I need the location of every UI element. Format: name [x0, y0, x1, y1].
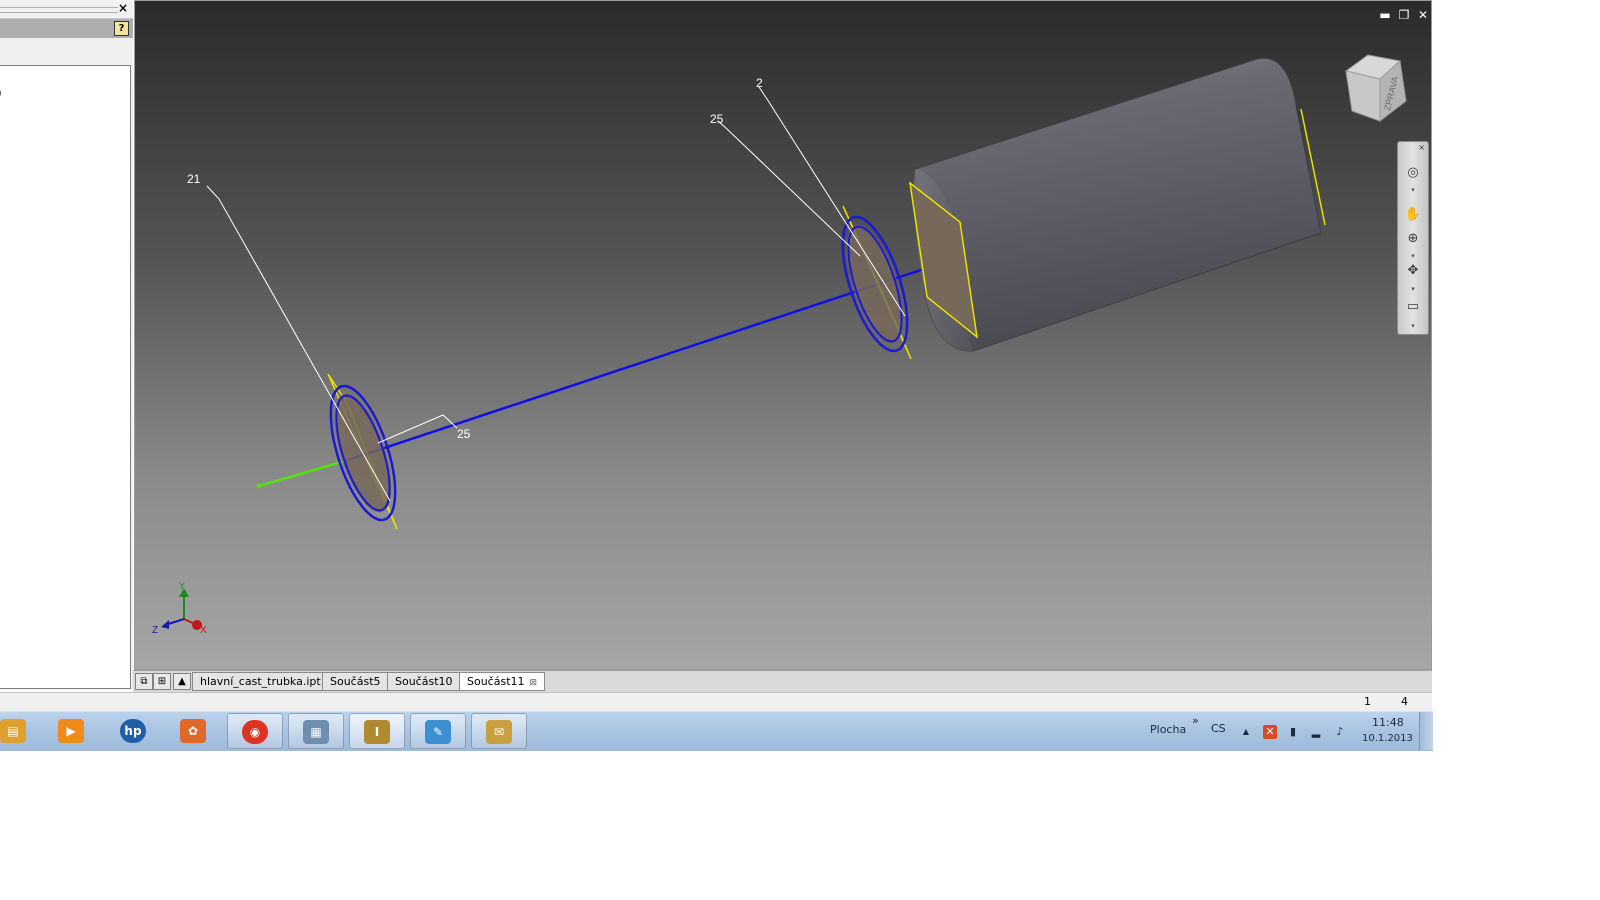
taskbar-hp-button[interactable]: hp: [106, 713, 162, 749]
green-axis-endpoint[interactable]: [256, 483, 262, 489]
chevron-down-icon[interactable]: ▾: [1401, 285, 1425, 293]
green-axis-line[interactable]: [258, 459, 346, 488]
tab-label: Součást11: [467, 675, 525, 688]
paint-icon: ✎: [425, 720, 451, 744]
orbit-icon[interactable]: ✥: [1401, 262, 1425, 280]
status-bar: 1 4: [0, 692, 1432, 711]
tab-soucast5[interactable]: Součást5: [322, 672, 389, 691]
taskbar-paint-button[interactable]: ✎: [410, 713, 466, 749]
graphics-viewport[interactable]: 21 25 2 25 ▬ ❐ ✕ ZPRAVA × ◎ ▾ ✋ ⊕ ▾ ✥ ▾ …: [134, 0, 1432, 670]
chevron-down-icon[interactable]: ▾: [1401, 186, 1425, 194]
action-center-icon[interactable]: ✕: [1263, 725, 1277, 739]
taskbar-media-player-button[interactable]: ▶: [44, 713, 100, 749]
triad-y-label: Y: [179, 581, 185, 591]
app-window-icon: ✉: [486, 720, 512, 744]
desktop-toolbar-label[interactable]: Plocha: [1150, 723, 1186, 736]
panel-close-button[interactable]: ×: [117, 1, 129, 15]
show-desktop-button[interactable]: [1419, 712, 1433, 750]
dimension-label-2[interactable]: 2: [756, 76, 763, 90]
clock-date[interactable]: 10.1.2013: [1362, 733, 1413, 744]
tab-label: Součást10: [395, 675, 453, 688]
language-indicator[interactable]: CS: [1211, 722, 1226, 735]
tab-close-icon[interactable]: ⊠: [530, 678, 538, 688]
network-signal-icon[interactable]: ▂: [1309, 725, 1323, 739]
viewport-restore-button[interactable]: ❐: [1396, 7, 1412, 23]
toolbar-chevron-icon[interactable]: »: [1192, 714, 1199, 727]
zoom-icon[interactable]: ⊕: [1401, 230, 1425, 248]
chevron-down-icon[interactable]: ▾: [1401, 252, 1425, 260]
taskbar-explorer-button[interactable]: ▤: [0, 713, 42, 749]
model-browser-tree[interactable]: ): [0, 65, 131, 689]
tab-label: Součást5: [330, 675, 381, 688]
dimension-label-25-right[interactable]: 25: [710, 112, 724, 126]
taskbar-inventor-button[interactable]: I: [349, 713, 405, 749]
help-icon[interactable]: ?: [114, 21, 129, 36]
taskbar-app-window-button[interactable]: ✉: [471, 713, 527, 749]
document-tab-bar: ⧉ ⊞ ▲ hlavní_cast_trubka.ipt Součást5 So…: [133, 670, 1432, 692]
viewport-close-button[interactable]: ✕: [1415, 7, 1431, 23]
pan-icon[interactable]: ✋: [1401, 206, 1425, 224]
cascade-windows-icon[interactable]: ⧉: [135, 673, 153, 690]
inventor-pro-icon: I: [364, 720, 390, 744]
model-browser-panel: × ? ): [0, 0, 133, 690]
taskbar-photo-app-button[interactable]: ✿: [166, 713, 222, 749]
panel-header: ?: [0, 19, 133, 38]
navigation-bar: × ◎ ▾ ✋ ⊕ ▾ ✥ ▾ ▭ ▾: [1397, 141, 1429, 335]
tab-label: hlavní_cast_trubka.ipt: [200, 675, 321, 688]
tab-soucast11[interactable]: Součást11 ⊠: [459, 672, 546, 691]
clock-time[interactable]: 11:48: [1372, 716, 1404, 729]
view-cube[interactable]: ZPRAVA: [1340, 49, 1412, 129]
triad-z-label: Z: [152, 625, 158, 636]
coordinate-triad: Y Z X: [152, 581, 207, 636]
steering-wheel-icon[interactable]: ◎: [1401, 164, 1425, 182]
model-scene[interactable]: 21 25 2 25: [135, 1, 1432, 670]
calculator-icon: ▦: [303, 720, 329, 744]
tab-hlavni-cast-trubka[interactable]: hlavní_cast_trubka.ipt: [192, 672, 329, 691]
taskbar-calculator-button[interactable]: ▦: [288, 713, 344, 749]
volume-icon[interactable]: ♪: [1333, 725, 1347, 739]
panel-grip[interactable]: [0, 7, 118, 13]
viewport-minimize-button[interactable]: ▬: [1377, 7, 1393, 23]
dimension-label-21[interactable]: 21: [187, 172, 201, 186]
chevron-down-icon[interactable]: ▾: [1401, 322, 1425, 330]
explorer-icon: ▤: [0, 719, 26, 743]
power-icon[interactable]: ▮: [1286, 725, 1300, 739]
dimension-label-25-left[interactable]: 25: [457, 427, 471, 441]
tile-windows-icon[interactable]: ⊞: [153, 673, 171, 690]
tab-soucast10[interactable]: Součást10: [387, 672, 461, 691]
status-value-1: 1: [1364, 695, 1371, 708]
photo-app-icon: ✿: [180, 719, 206, 743]
tab-menu-icon[interactable]: ▲: [173, 673, 191, 690]
status-value-2: 4: [1401, 695, 1408, 708]
tree-item-partial[interactable]: ): [0, 86, 2, 100]
navbar-close-icon[interactable]: ×: [1418, 143, 1425, 152]
taskbar: ▤ ▶ hp ✿ ◉ ▦ I ✎ ✉ Plocha » CS ▲ ✕ ▮ ▂ ♪…: [0, 711, 1433, 751]
leader-line-2: [758, 86, 906, 317]
extruded-solid-body[interactable]: [914, 57, 1322, 352]
leader-line-25-right: [717, 120, 861, 257]
chrome-icon: ◉: [242, 720, 268, 744]
hp-icon: hp: [120, 719, 146, 743]
tray-expand-icon[interactable]: ▲: [1239, 725, 1253, 739]
look-at-icon[interactable]: ▭: [1401, 298, 1425, 316]
triad-x-label: X: [200, 625, 207, 636]
media-player-icon: ▶: [58, 719, 84, 743]
panel-title-strip[interactable]: ×: [0, 0, 133, 19]
taskbar-chrome-button[interactable]: ◉: [227, 713, 283, 749]
